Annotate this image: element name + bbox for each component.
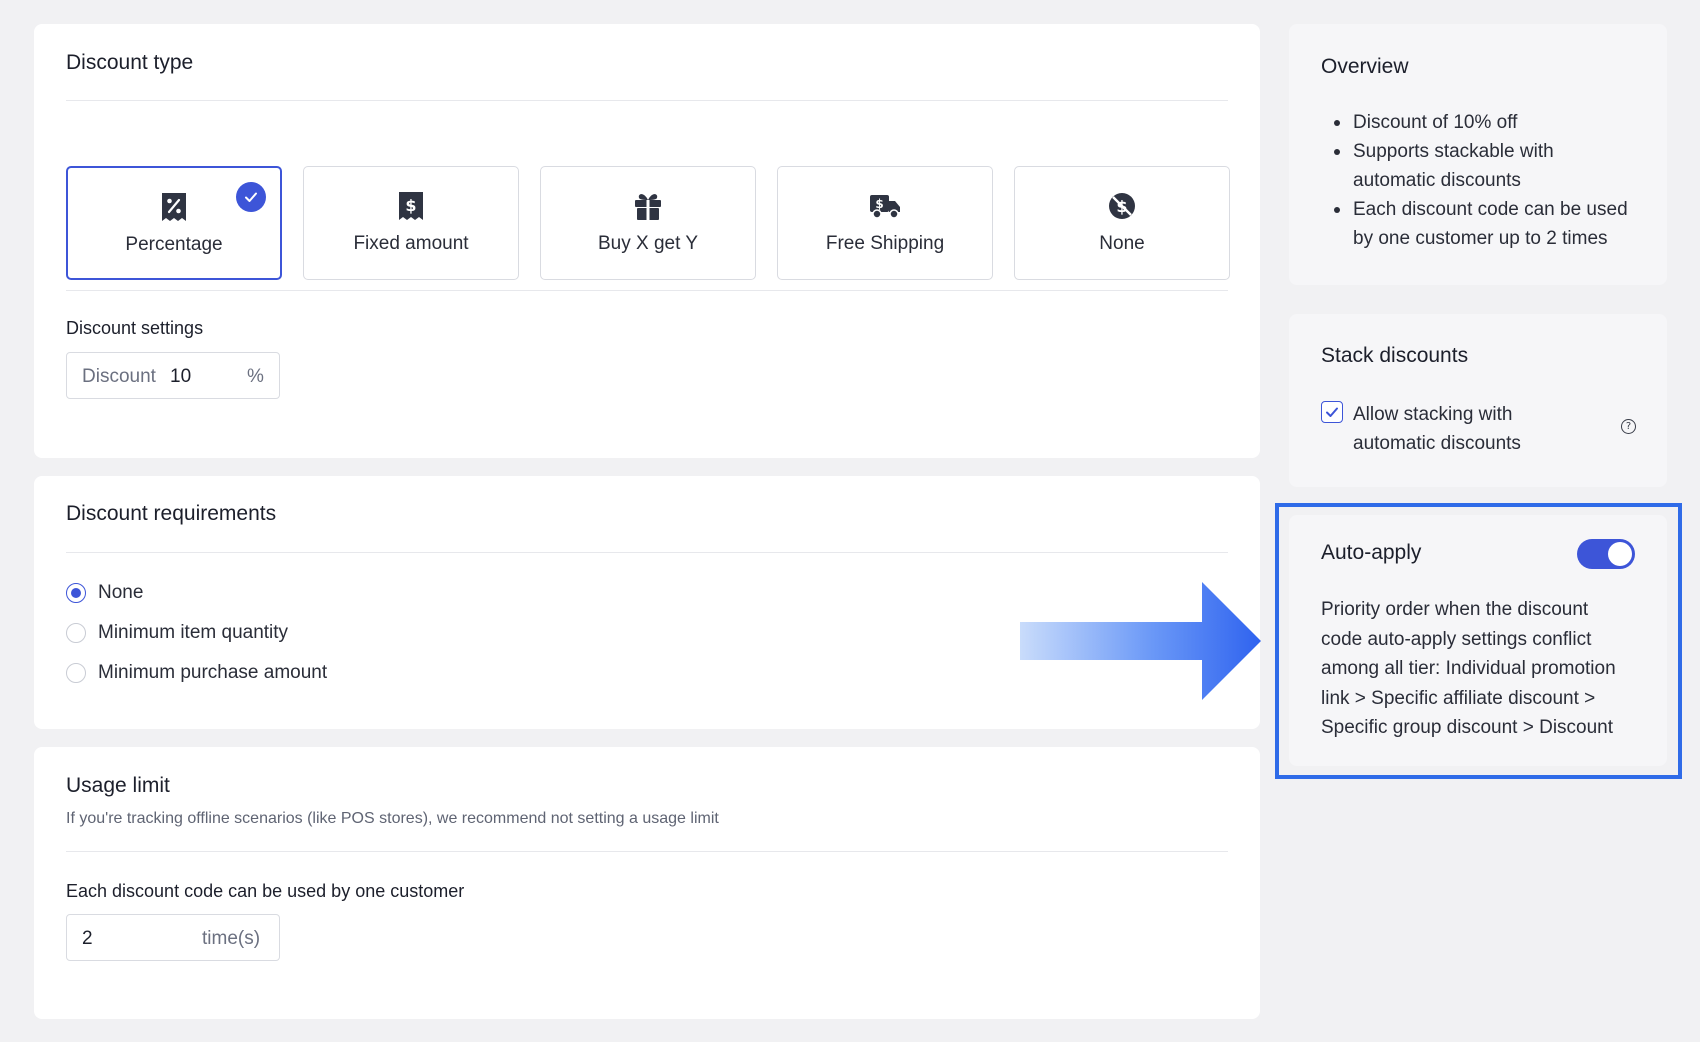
usage-count-value: 2 xyxy=(82,928,93,949)
radio-label: Minimum purchase amount xyxy=(98,662,328,683)
overview-item: Each discount code can be used by one cu… xyxy=(1333,195,1633,253)
discount-value: 10 xyxy=(170,366,192,387)
discount-type-fixed-amount[interactable]: $ Fixed amount xyxy=(303,166,519,280)
requirement-option-min-purchase[interactable]: Minimum purchase amount xyxy=(66,662,327,684)
selected-check-icon xyxy=(236,182,266,212)
usage-limit-card: Usage limit If you're tracking offline s… xyxy=(34,747,1260,1019)
radio-label: None xyxy=(98,582,144,603)
usage-limit-note: If you're tracking offline scenarios (li… xyxy=(66,810,719,827)
discount-settings-title: Discount settings xyxy=(66,318,204,338)
auto-apply-description: Priority order when the discount code au… xyxy=(1321,599,1616,738)
option-label: Free Shipping xyxy=(825,233,945,254)
radio-button[interactable] xyxy=(66,583,86,603)
percent-unit: % xyxy=(247,366,264,387)
usage-limit-title: Usage limit xyxy=(66,774,170,797)
percent-receipt-icon xyxy=(157,190,191,224)
overview-list: Discount of 10% off Supports stackable w… xyxy=(1333,108,1633,253)
discount-requirements-title: Discount requirements xyxy=(66,502,277,525)
option-label: Percentage xyxy=(125,234,223,255)
discount-field-label: Discount xyxy=(82,366,156,387)
checkmark-icon xyxy=(1326,407,1338,417)
divider xyxy=(66,100,1228,101)
divider xyxy=(66,290,1228,291)
discount-type-free-shipping[interactable]: $ Free Shipping xyxy=(777,166,993,280)
auto-apply-title: Auto-apply xyxy=(1321,541,1422,564)
arrow-pointer-icon xyxy=(1020,582,1261,700)
radio-button[interactable] xyxy=(66,623,86,643)
stack-discounts-title: Stack discounts xyxy=(1321,344,1469,367)
divider xyxy=(66,851,1228,852)
discount-type-title: Discount type xyxy=(66,51,194,74)
divider xyxy=(66,552,1228,553)
usage-count-input[interactable]: 2 time(s) xyxy=(66,914,280,961)
discount-value-input[interactable]: Discount 10 % xyxy=(66,352,280,399)
radio-label: Minimum item quantity xyxy=(98,622,289,643)
overview-title: Overview xyxy=(1321,55,1409,78)
stack-discounts-card: Stack discounts Allow stacking with auto… xyxy=(1289,314,1667,487)
option-label: Fixed amount xyxy=(353,233,469,254)
discount-type-percentage[interactable]: Percentage xyxy=(66,166,282,280)
svg-text:$: $ xyxy=(875,197,883,211)
requirement-option-min-quantity[interactable]: Minimum item quantity xyxy=(66,622,288,644)
gift-icon xyxy=(631,189,665,223)
discount-type-card: Discount type Percentage $ Fixed amount … xyxy=(34,24,1260,458)
discount-type-none[interactable]: $ None xyxy=(1014,166,1230,280)
discount-type-buy-x-get-y[interactable]: Buy X get Y xyxy=(540,166,756,280)
no-dollar-icon: $ xyxy=(1105,189,1139,223)
shipping-truck-icon: $ xyxy=(868,189,902,223)
overview-item: Supports stackable with automatic discou… xyxy=(1333,137,1633,195)
times-unit: time(s) xyxy=(202,928,261,949)
help-icon[interactable]: ? xyxy=(1621,419,1636,434)
stacking-checkbox-label: Allow stacking with automatic discounts xyxy=(1353,404,1521,454)
dollar-receipt-icon: $ xyxy=(394,189,428,223)
stacking-checkbox[interactable] xyxy=(1321,401,1343,423)
overview-item: Discount of 10% off xyxy=(1333,108,1633,137)
option-label: None xyxy=(1099,233,1145,254)
requirement-option-none[interactable]: None xyxy=(66,582,143,604)
option-label: Buy X get Y xyxy=(598,233,698,254)
auto-apply-toggle[interactable] xyxy=(1577,539,1635,569)
per-customer-label: Each discount code can be used by one cu… xyxy=(66,881,465,901)
svg-text:$: $ xyxy=(405,196,416,215)
radio-button[interactable] xyxy=(66,663,86,683)
